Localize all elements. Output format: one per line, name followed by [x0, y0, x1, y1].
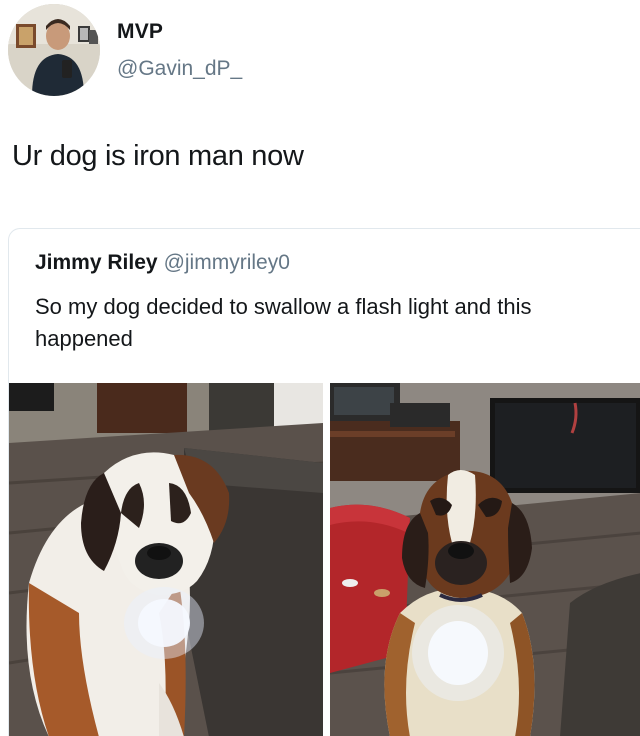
- photo-left[interactable]: [9, 383, 323, 736]
- quoted-tweet-card[interactable]: Jimmy Riley @jimmyriley0 So my dog decide…: [8, 228, 640, 736]
- avatar[interactable]: [8, 4, 100, 96]
- quoted-tweet-author: Jimmy Riley @jimmyriley0: [35, 251, 290, 275]
- avatar-photo-icon: [8, 4, 100, 96]
- tweet-header: MVP @Gavin_dP_: [0, 0, 640, 110]
- display-name[interactable]: MVP: [117, 20, 163, 44]
- user-handle[interactable]: @Gavin_dP_: [117, 57, 242, 81]
- photo-dog-on-floor-icon: [9, 383, 323, 736]
- quoted-display-name[interactable]: Jimmy Riley: [35, 251, 158, 274]
- photo-dog-sitting-front-icon: [330, 383, 640, 736]
- quoted-user-handle[interactable]: @jimmyriley0: [164, 251, 290, 274]
- photo-right[interactable]: [330, 383, 640, 736]
- quoted-tweet-text: So my dog decided to swallow a flash lig…: [35, 294, 532, 351]
- tweet-text: Ur dog is iron man now: [12, 140, 304, 172]
